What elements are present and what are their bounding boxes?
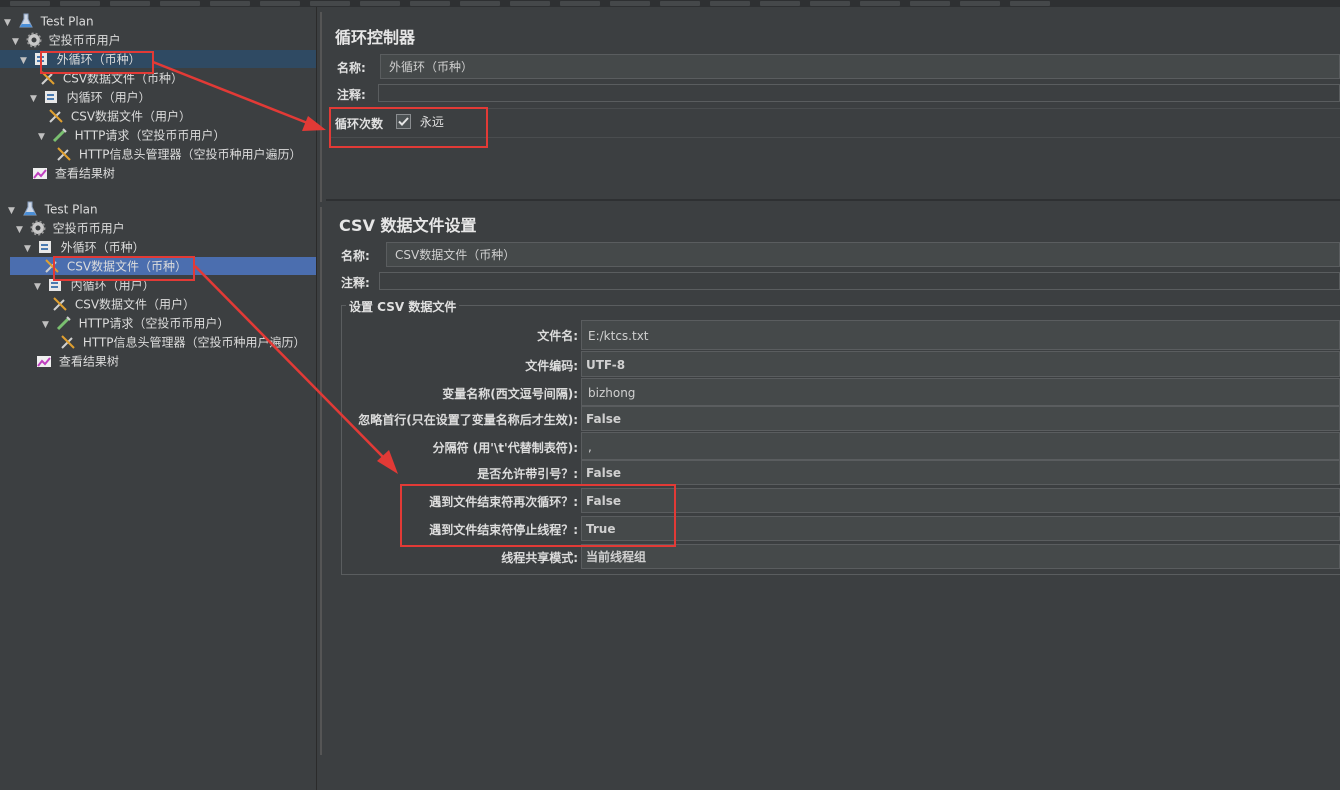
arrow-to-eof-settings <box>194 265 398 474</box>
arrow-to-forever <box>152 60 326 131</box>
annotation-arrows <box>152 60 398 474</box>
